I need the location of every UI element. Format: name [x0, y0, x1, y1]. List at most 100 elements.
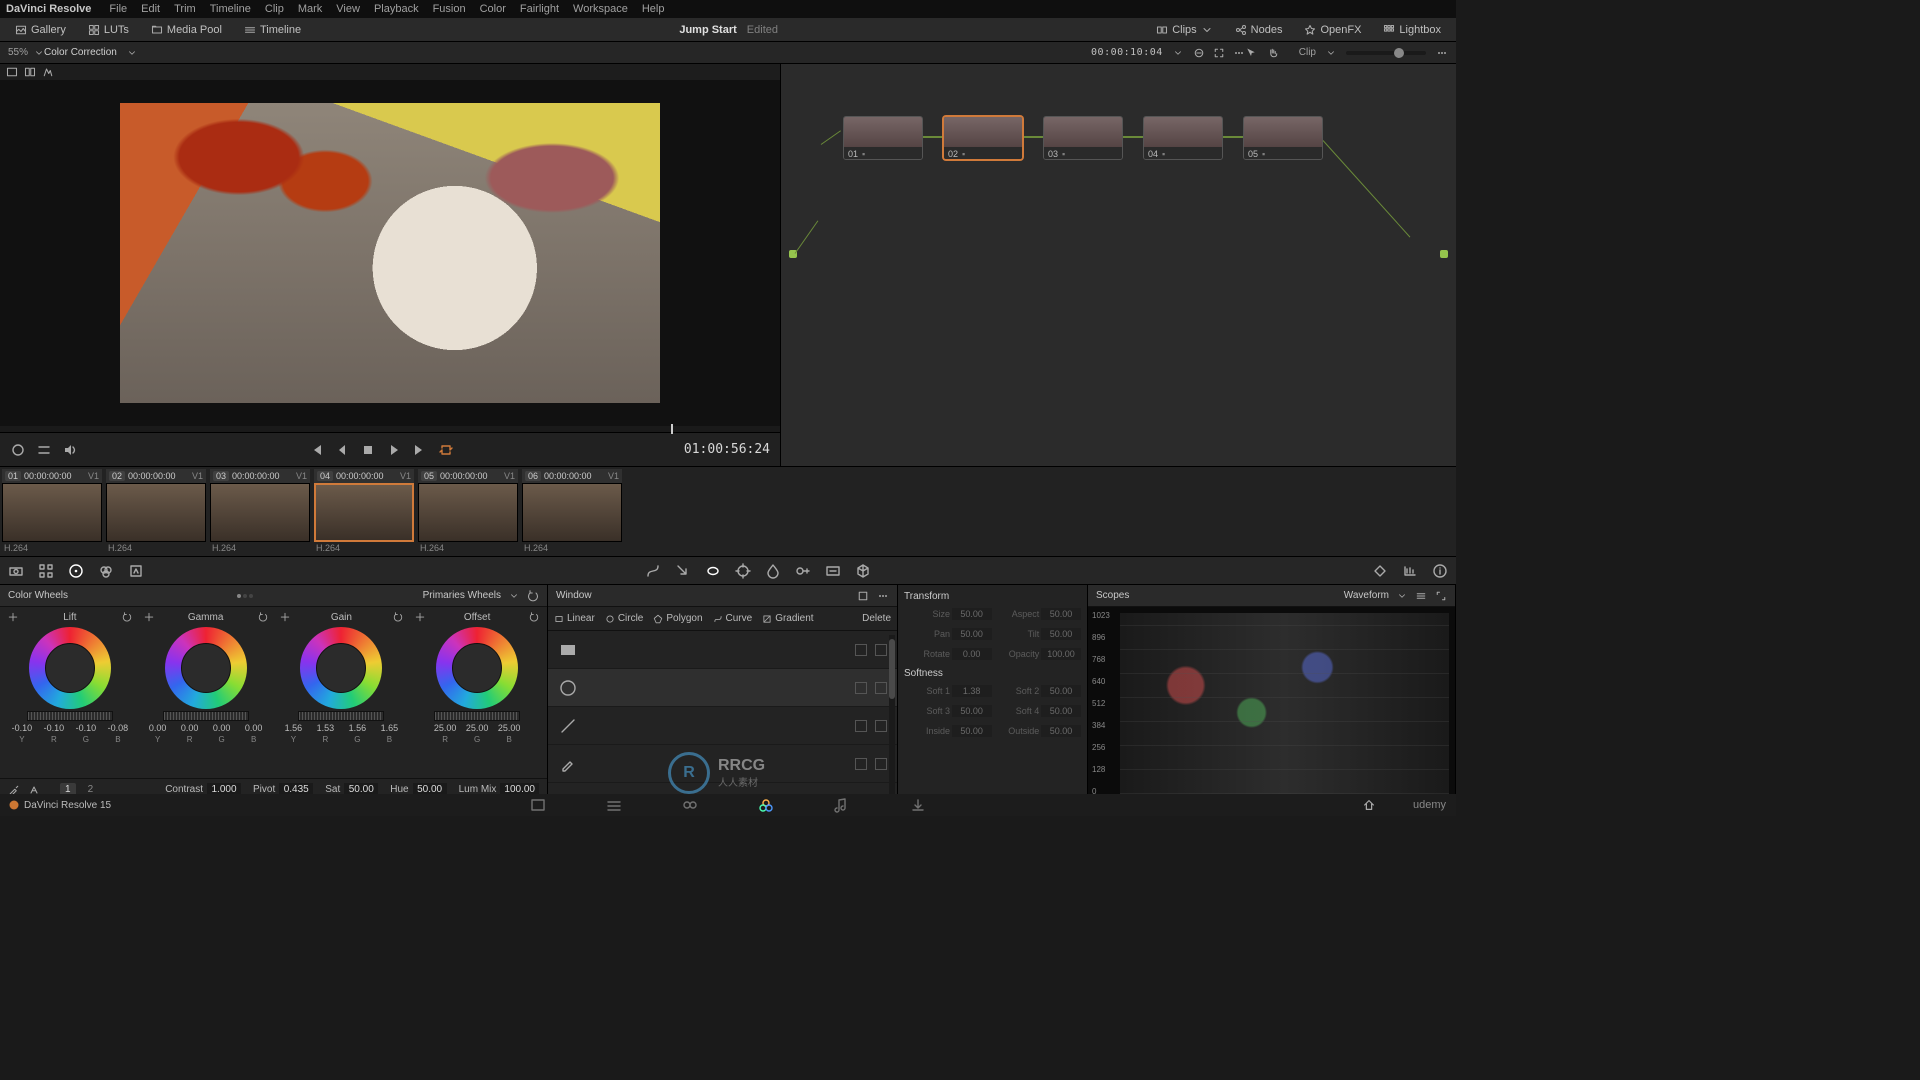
qualifier-icon[interactable] [675, 563, 691, 579]
clip-selector[interactable]: Clip [1299, 47, 1316, 58]
param-value[interactable]: 50.00 [1041, 705, 1081, 717]
scope-view[interactable]: 10238967686405123842561280 [1088, 607, 1455, 800]
chevron-down-icon[interactable] [127, 48, 137, 58]
chevron-down-icon[interactable] [1326, 48, 1336, 58]
menu-help[interactable]: Help [642, 3, 665, 15]
first-frame-icon[interactable] [308, 442, 324, 458]
reset-icon[interactable] [258, 612, 268, 622]
param-value[interactable]: 1.38 [952, 685, 992, 697]
clip-04[interactable]: 0400:00:00:00V1H.264 [314, 469, 414, 554]
reset-icon[interactable] [393, 612, 403, 622]
window-row-linear[interactable] [548, 631, 897, 669]
pointer-icon[interactable] [1245, 47, 1257, 59]
deliver-page-icon[interactable] [910, 797, 926, 813]
reset-icon[interactable] [529, 612, 539, 622]
image-wipe-icon[interactable] [6, 66, 18, 78]
shape-gradient[interactable]: Gradient [762, 613, 813, 624]
clip-02[interactable]: 0200:00:00:00V1H.264 [106, 469, 206, 554]
menu-file[interactable]: File [109, 3, 127, 15]
node-01[interactable]: 01▪ [843, 116, 923, 160]
node-02[interactable]: 02▪ [943, 116, 1023, 160]
mask-toggle[interactable] [855, 720, 867, 732]
node-zoom-slider[interactable] [1346, 51, 1426, 55]
options-icon[interactable] [1436, 47, 1448, 59]
clip-05[interactable]: 0500:00:00:00V1H.264 [418, 469, 518, 554]
camera-raw-icon[interactable] [8, 563, 24, 579]
window-scrollbar[interactable] [889, 635, 895, 796]
openfx-button[interactable]: OpenFX [1295, 21, 1370, 39]
param-value[interactable]: 50.00 [952, 628, 992, 640]
presets-icon[interactable] [857, 590, 869, 602]
viewer-timecode[interactable]: 00:00:10:04 [1091, 47, 1163, 58]
timeline-button[interactable]: Timeline [235, 21, 310, 39]
lightbox-button[interactable]: Lightbox [1374, 21, 1450, 39]
play-icon[interactable] [386, 442, 402, 458]
fairlight-page-icon[interactable] [834, 797, 850, 813]
window-icon[interactable] [705, 563, 721, 579]
scope-expand-icon[interactable] [1435, 590, 1447, 602]
lift-wheel[interactable] [29, 627, 111, 709]
next-frame-icon[interactable] [412, 442, 428, 458]
unmute-icon[interactable] [10, 442, 26, 458]
param-value[interactable]: 50.00 [952, 608, 992, 620]
wb-picker-icon[interactable] [144, 612, 154, 622]
scope-mode[interactable]: Waveform [1344, 590, 1389, 601]
color-page-icon[interactable] [758, 797, 774, 813]
menu-clip[interactable]: Clip [265, 3, 284, 15]
volume-icon[interactable] [62, 442, 78, 458]
loop-icon[interactable] [438, 442, 454, 458]
edit-page-icon[interactable] [606, 797, 622, 813]
highlight-icon[interactable] [42, 66, 54, 78]
node-output[interactable] [1440, 250, 1448, 258]
media-page-icon[interactable] [530, 797, 546, 813]
menu-fusion[interactable]: Fusion [433, 3, 466, 15]
invert-toggle[interactable] [875, 720, 887, 732]
lift-master[interactable] [27, 711, 113, 721]
param-value[interactable]: 50.00 [952, 725, 992, 737]
wheels-mode[interactable]: Primaries Wheels [423, 590, 501, 601]
param-value[interactable]: 50.00 [1041, 685, 1081, 697]
keyframes-icon[interactable] [1372, 563, 1388, 579]
rgb-mixer-icon[interactable] [98, 563, 114, 579]
curves-icon[interactable] [645, 563, 661, 579]
param-value[interactable]: 50.00 [952, 705, 992, 717]
param-value[interactable]: 50.00 [1041, 628, 1081, 640]
offset-values[interactable]: 25.0025.0025.00 [432, 723, 522, 733]
menu-fairlight[interactable]: Fairlight [520, 3, 559, 15]
shape-circle[interactable]: Circle [605, 613, 644, 624]
chevron-down-icon[interactable] [1173, 48, 1183, 58]
gamma-wheel[interactable] [165, 627, 247, 709]
split-icon[interactable] [24, 66, 36, 78]
sizing-icon[interactable] [825, 563, 841, 579]
chevron-down-icon[interactable] [34, 48, 44, 58]
window-row-circle[interactable] [548, 669, 897, 707]
menu-timeline[interactable]: Timeline [210, 3, 251, 15]
menu-color[interactable]: Color [480, 3, 506, 15]
shape-linear[interactable]: Linear [554, 613, 595, 624]
scope-settings-icon[interactable] [1415, 590, 1427, 602]
viewer-scrubber[interactable] [0, 426, 780, 432]
clip-01[interactable]: 0100:00:00:00V1H.264 [2, 469, 102, 554]
reset-icon[interactable] [527, 590, 539, 602]
offset-wheel[interactable] [436, 627, 518, 709]
viewer-zoom[interactable]: 55% [8, 47, 28, 58]
menu-workspace[interactable]: Workspace [573, 3, 628, 15]
offset-master[interactable] [434, 711, 520, 721]
expand-icon[interactable] [1213, 47, 1225, 59]
viewer-canvas[interactable] [0, 80, 780, 426]
mask-toggle[interactable] [855, 644, 867, 656]
invert-toggle[interactable] [875, 758, 887, 770]
gamma-values[interactable]: 0.000.000.000.00 [145, 723, 267, 733]
color-wheels-icon[interactable] [68, 563, 84, 579]
wb-picker-icon[interactable] [280, 612, 290, 622]
key-icon[interactable] [795, 563, 811, 579]
options-icon[interactable] [877, 590, 889, 602]
bypass-icon[interactable] [1193, 47, 1205, 59]
color-match-icon[interactable] [38, 563, 54, 579]
menu-view[interactable]: View [336, 3, 360, 15]
invert-toggle[interactable] [875, 682, 887, 694]
mediapool-button[interactable]: Media Pool [142, 21, 231, 39]
loop-icon2[interactable] [36, 442, 52, 458]
lift-values[interactable]: -0.10-0.10-0.10-0.08 [9, 723, 131, 733]
param-value[interactable]: 100.00 [1041, 648, 1081, 660]
